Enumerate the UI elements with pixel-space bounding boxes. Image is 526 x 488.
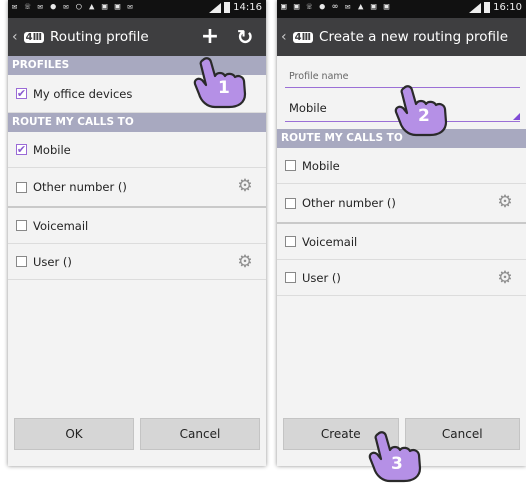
- route-item-other-number[interactable]: Other number () ⚙: [277, 184, 526, 224]
- checkbox-icon[interactable]: [285, 197, 296, 209]
- route-item-other-number[interactable]: Other number () ⚙: [8, 168, 266, 208]
- route-section-header: ROUTE MY CALLS TO: [8, 113, 266, 132]
- checkbox-icon[interactable]: [285, 236, 296, 247]
- action-bar: ‹ 4Ⅲ Routing profile + ↻: [8, 18, 266, 56]
- gear-icon[interactable]: ⚙: [236, 177, 254, 195]
- profile-label: My office devices: [33, 86, 133, 101]
- route-label: Voicemail: [33, 218, 89, 233]
- checkbox-icon[interactable]: [16, 181, 27, 193]
- dropdown-arrow-icon[interactable]: [513, 113, 520, 120]
- route-item-user[interactable]: User () ⚙: [8, 244, 266, 280]
- route-item-voicemail[interactable]: Voicemail: [277, 224, 526, 260]
- refresh-button[interactable]: ↻: [232, 24, 258, 50]
- route-item-mobile[interactable]: Mobile: [277, 148, 526, 184]
- checkbox-checked-icon[interactable]: ✔: [16, 144, 27, 155]
- route-label: Mobile: [33, 142, 71, 157]
- route-item-mobile[interactable]: ✔ Mobile: [8, 132, 266, 168]
- clock: 16:10: [493, 2, 522, 13]
- checkbox-icon[interactable]: [16, 256, 27, 267]
- status-bar: ✉ ☏ ✉ ● ✉ ◯ ▲ ▣ ▣ ✉ 14:16: [8, 0, 266, 18]
- back-icon[interactable]: ‹: [12, 29, 18, 45]
- pointing-hand-callout-2: 2: [394, 84, 452, 137]
- page-title: Create a new routing profile: [319, 29, 509, 45]
- profile-name-field[interactable]: Profile name: [289, 71, 349, 82]
- profile-type-select[interactable]: Mobile: [289, 101, 327, 115]
- callout-number: 1: [218, 78, 230, 98]
- pointing-hand-callout-3: 3: [368, 430, 426, 483]
- create-routing-profile-screen: ▣ ▣ ☏ ● ∞ ✉ ▲ ▣ ▣ 16:10 ‹ 4Ⅲ Create a ne…: [277, 0, 526, 466]
- page-title: Routing profile: [50, 29, 149, 45]
- route-label: User (): [33, 254, 72, 269]
- route-label: Mobile: [302, 158, 340, 173]
- pointing-hand-callout-1: 1: [193, 56, 251, 109]
- battery-icon: [484, 2, 491, 13]
- app-logo-icon: 4Ⅲ: [23, 31, 45, 43]
- action-bar: ‹ 4Ⅲ Create a new routing profile: [277, 18, 526, 56]
- battery-icon: [224, 2, 231, 13]
- route-item-voicemail[interactable]: Voicemail: [8, 208, 266, 244]
- back-icon[interactable]: ‹: [281, 29, 287, 45]
- gear-icon[interactable]: ⚙: [496, 269, 514, 287]
- checkbox-icon[interactable]: [285, 272, 296, 283]
- ok-button[interactable]: OK: [14, 418, 134, 450]
- button-bar: OK Cancel: [8, 412, 266, 458]
- route-label: Other number (): [302, 196, 396, 210]
- status-icons: ▣ ▣ ☏ ● ∞ ✉ ▲ ▣ ▣: [281, 2, 391, 12]
- app-logo-icon: 4Ⅲ: [292, 31, 314, 43]
- clock: 14:16: [233, 2, 262, 13]
- gear-icon[interactable]: ⚙: [496, 193, 514, 211]
- route-label: Voicemail: [302, 234, 358, 249]
- callout-number: 3: [391, 454, 403, 474]
- status-bar: ▣ ▣ ☏ ● ∞ ✉ ▲ ▣ ▣ 16:10: [277, 0, 526, 18]
- route-label: User (): [302, 270, 341, 285]
- cancel-button[interactable]: Cancel: [140, 418, 260, 450]
- checkbox-icon[interactable]: [285, 160, 296, 171]
- signal-icon: [469, 2, 482, 13]
- status-icons: ✉ ☏ ✉ ● ✉ ◯ ▲ ▣ ▣ ✉: [12, 2, 134, 12]
- callout-number: 2: [418, 106, 430, 126]
- add-profile-button[interactable]: +: [197, 24, 223, 50]
- gear-icon[interactable]: ⚙: [236, 253, 254, 271]
- checkbox-checked-icon[interactable]: ✔: [16, 88, 27, 99]
- checkbox-icon[interactable]: [16, 220, 27, 231]
- signal-icon: [209, 2, 222, 13]
- route-item-user[interactable]: User () ⚙: [277, 260, 526, 296]
- route-label: Other number (): [33, 180, 127, 194]
